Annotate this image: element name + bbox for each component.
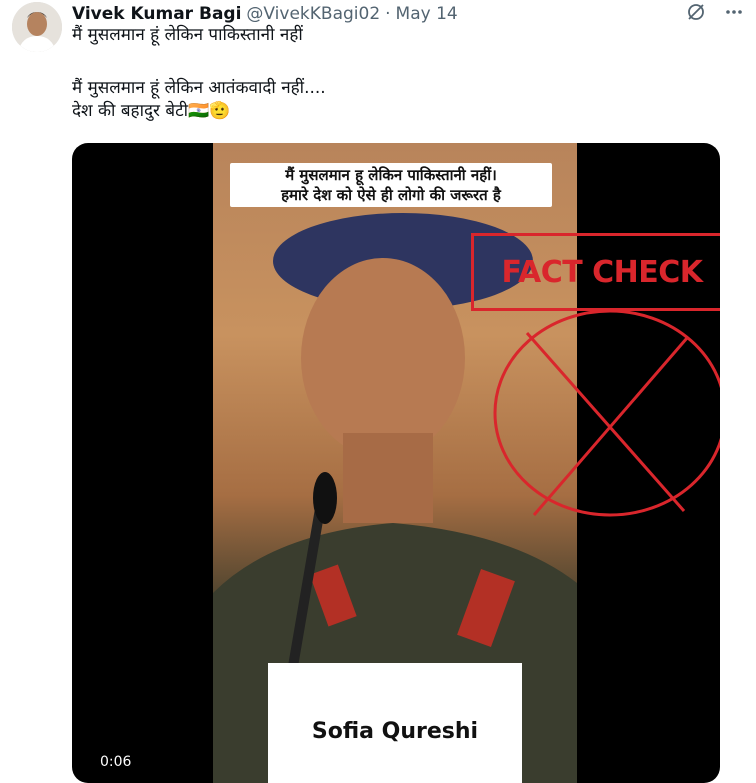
nameplate-text: Sofia Qureshi [311, 719, 479, 744]
separator: · [385, 4, 391, 24]
author-name[interactable]: Vivek Kumar Bagi [72, 4, 241, 24]
author-handle[interactable]: @VivekKBagi02 [246, 4, 380, 24]
grok-slash-icon[interactable] [686, 2, 706, 27]
tweet-line-2: मैं मुसलमान हूं लेकिन आतंकवादी नहीं.... [72, 78, 326, 98]
tweet-date[interactable]: May 14 [396, 4, 458, 24]
tweet-line-3: देश की बहादुर बेटी🇮🇳🫡 [72, 101, 231, 121]
nameplate: Sofia Qureshi [268, 663, 522, 783]
header-actions [686, 2, 744, 26]
tweet-text: मैं मुसलमान हूं लेकिन पाकिस्तानी नहीं मै… [72, 24, 744, 123]
avatar[interactable] [12, 2, 62, 52]
fact-check-label: FACT CHECK [501, 254, 703, 290]
caption-line-1: मैं मुसलमान हू लेकिन पाकिस्तानी नहीं। [285, 166, 497, 184]
fact-check-box: FACT CHECK [471, 233, 720, 311]
video-timestamp: 0:06 [96, 753, 136, 771]
avatar-image [12, 2, 62, 52]
video-caption: मैं मुसलमान हू लेकिन पाकिस्तानी नहीं। हम… [230, 163, 552, 207]
more-horizontal-icon[interactable] [724, 2, 744, 27]
tweet-header: Vivek Kumar Bagi @VivekKBagi02 · May 14 [72, 2, 744, 26]
caption-line-2: हमारे देश को ऐसे ही लोगो की जरूरत है [281, 186, 501, 204]
tweet-video[interactable]: मैं मुसलमान हू लेकिन पाकिस्तानी नहीं। हम… [72, 143, 720, 783]
tweet-line-1: मैं मुसलमान हूं लेकिन पाकिस्तानी नहीं [72, 25, 303, 45]
